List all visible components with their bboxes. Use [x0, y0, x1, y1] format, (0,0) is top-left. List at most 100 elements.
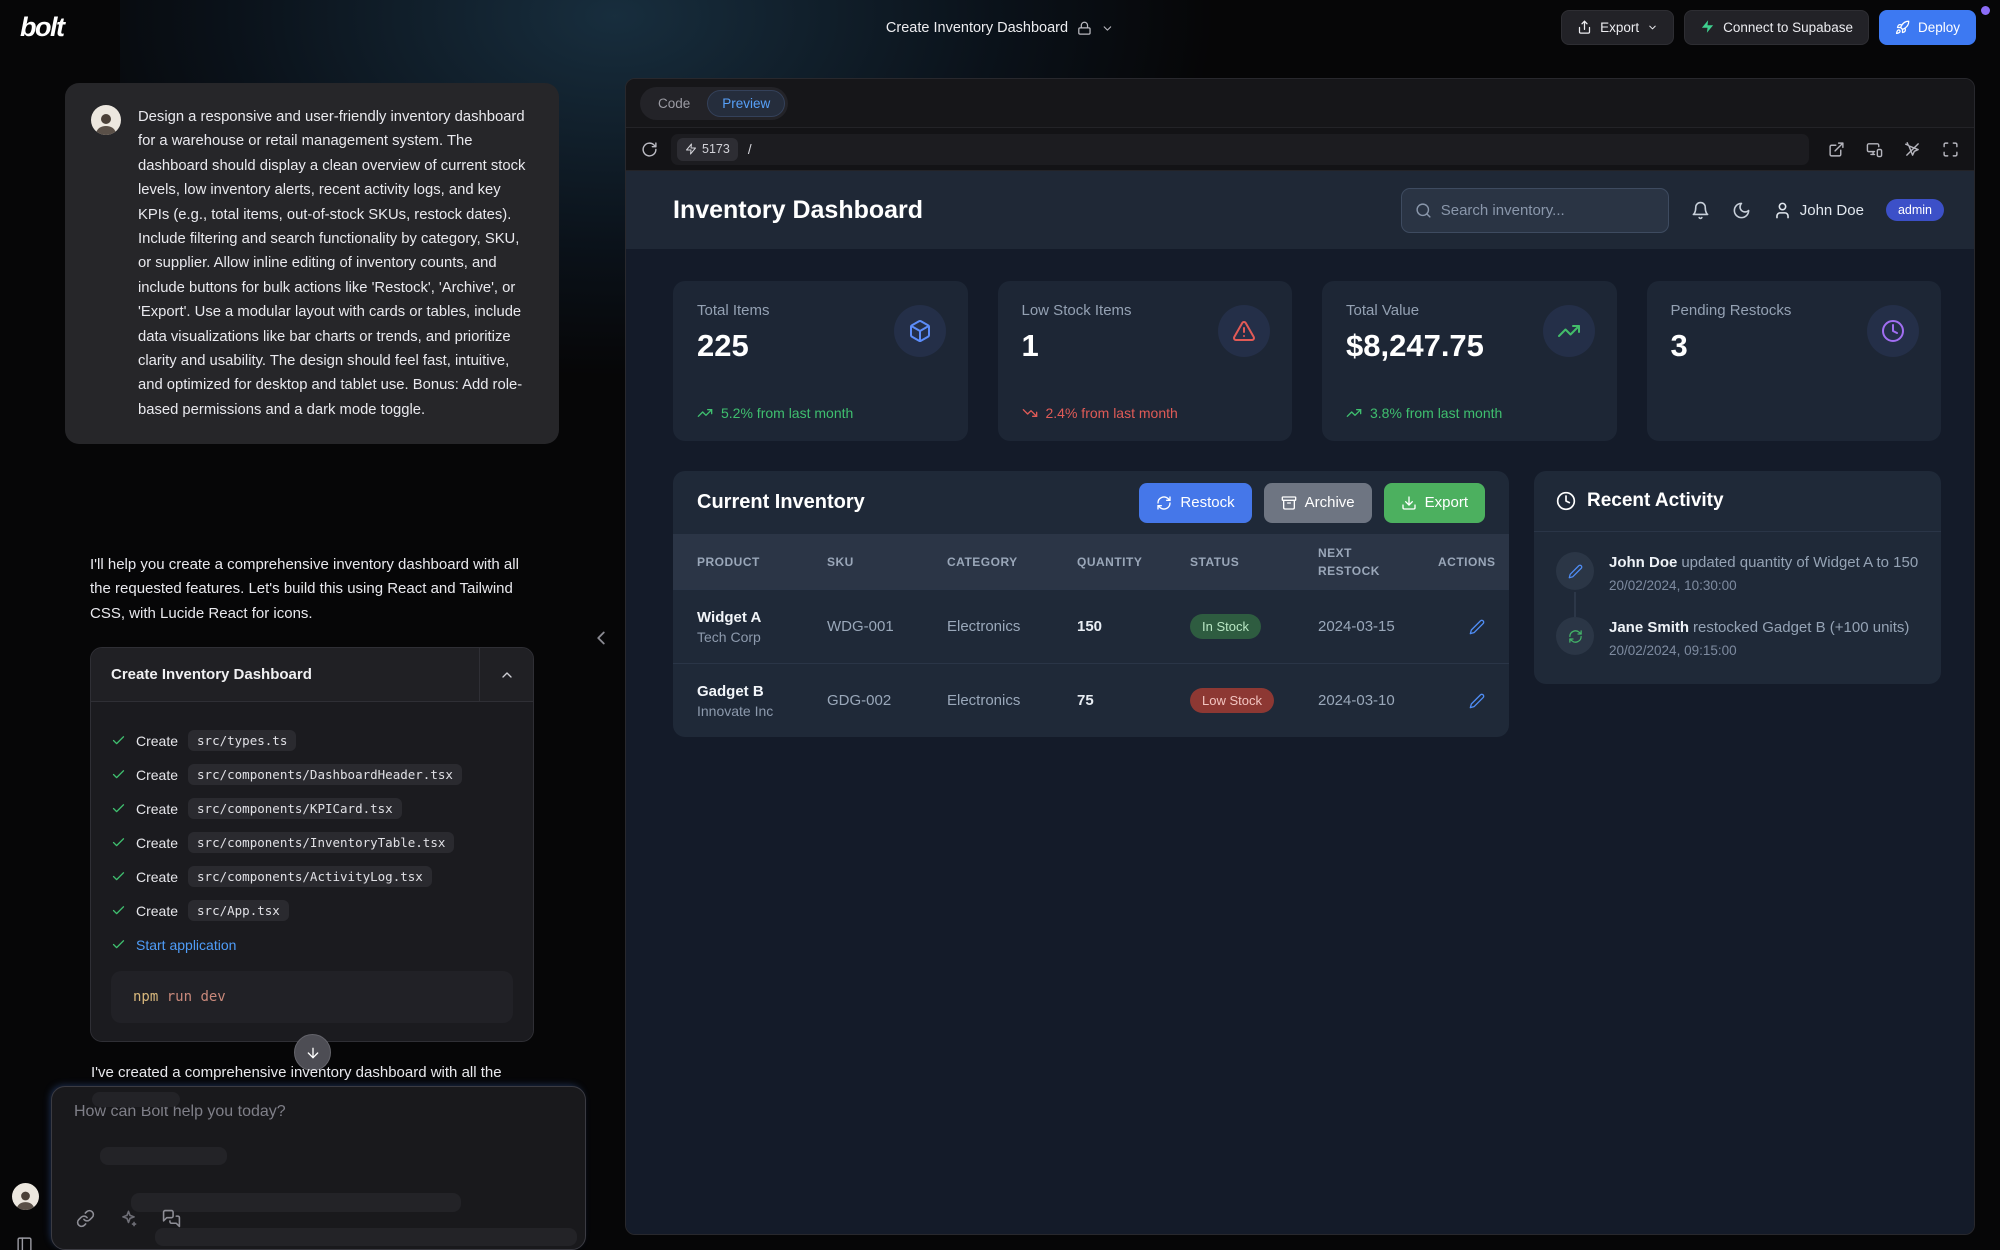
- cell-category: Electronics: [947, 618, 1077, 635]
- download-icon: [1401, 495, 1417, 511]
- command-npm: npm: [133, 989, 158, 1005]
- file-chip[interactable]: src/App.tsx: [188, 900, 289, 921]
- export-csv-button[interactable]: Export: [1384, 483, 1485, 523]
- check-icon: [111, 835, 126, 850]
- sidebar-toggle-icon[interactable]: [16, 1236, 33, 1250]
- user-menu[interactable]: John Doe: [1773, 201, 1864, 220]
- cell-quantity[interactable]: 75: [1077, 692, 1190, 709]
- responsive-devices-icon[interactable]: [1866, 141, 1883, 158]
- step-action: Create: [136, 767, 178, 783]
- col-quantity: QUANTITY: [1077, 555, 1190, 569]
- step-action: Create: [136, 801, 178, 817]
- cell-next-restock: 2024-03-10: [1318, 692, 1438, 709]
- deploy-label: Deploy: [1918, 20, 1960, 35]
- tab-code[interactable]: Code: [643, 90, 705, 117]
- user-icon: [1773, 201, 1792, 220]
- inventory-search[interactable]: [1401, 188, 1669, 233]
- dashboard-title: Inventory Dashboard: [673, 196, 923, 225]
- status-badge: In Stock: [1190, 614, 1261, 639]
- clock-icon: [1556, 491, 1576, 511]
- workbench-panel: Code Preview 5173 / Invent: [625, 78, 1975, 1235]
- open-external-icon[interactable]: [1828, 141, 1845, 158]
- archive-icon: [1281, 495, 1297, 511]
- edit-pencil-icon: [1556, 552, 1594, 590]
- check-icon: [111, 801, 126, 816]
- col-next-restock: NEXT RESTOCK: [1318, 544, 1388, 580]
- port-zap-icon: [685, 143, 697, 155]
- attach-link-icon[interactable]: [76, 1209, 95, 1228]
- dark-mode-toggle-icon[interactable]: [1732, 201, 1751, 220]
- chat-input[interactable]: How can Bolt help you today?: [51, 1086, 586, 1250]
- file-chip[interactable]: src/components/KPICard.tsx: [188, 798, 402, 819]
- alert-triangle-icon: [1218, 305, 1270, 357]
- chat-collapse-handle[interactable]: [590, 627, 612, 649]
- kpi-card-total-items: Total Items 225 5.2% from last month: [673, 281, 968, 441]
- activity-actor: John Doe: [1609, 554, 1677, 571]
- edit-pencil-icon[interactable]: [1469, 619, 1485, 635]
- archive-button[interactable]: Archive: [1264, 483, 1372, 523]
- preview-frame: Inventory Dashboard John Doe admin: [626, 171, 1974, 1234]
- rocket-icon: [1895, 20, 1910, 35]
- chevron-up-icon: [499, 667, 515, 683]
- account-avatar[interactable]: [12, 1183, 39, 1210]
- kpi-trend-text: 5.2% from last month: [721, 405, 853, 421]
- assistant-followup-text: I've created a comprehensive inventory d…: [91, 1064, 543, 1081]
- preview-url-bar: 5173 /: [626, 127, 1974, 171]
- task-step: Create src/components/ActivityLog.tsx: [111, 864, 513, 889]
- dashboard-header: Inventory Dashboard John Doe admin: [626, 171, 1974, 249]
- activity-time: 20/02/2024, 09:15:00: [1609, 643, 1909, 658]
- recent-activity-card: Recent Activity John Doeupdated quantity…: [1534, 471, 1941, 684]
- inventory-table-card: Current Inventory Restock Archive: [673, 471, 1509, 737]
- export-button[interactable]: Export: [1561, 10, 1674, 45]
- inventory-search-input[interactable]: [1441, 202, 1655, 219]
- user-message-text: Design a responsive and user-friendly in…: [138, 105, 533, 422]
- chat-mode-icon[interactable]: [162, 1209, 181, 1228]
- port-number: 5173: [702, 142, 730, 156]
- task-step: Create src/components/KPICard.tsx: [111, 796, 513, 821]
- edit-pencil-icon[interactable]: [1469, 693, 1485, 709]
- port-pill[interactable]: 5173: [677, 138, 738, 161]
- status-badge: Low Stock: [1190, 688, 1274, 713]
- deploy-button[interactable]: Deploy: [1879, 10, 1976, 45]
- reload-icon[interactable]: [641, 141, 658, 158]
- url-input[interactable]: 5173 /: [671, 134, 1809, 165]
- cell-sku: GDG-002: [827, 692, 947, 709]
- check-icon: [111, 733, 126, 748]
- redacted-text: [155, 1228, 577, 1246]
- project-title-group[interactable]: Create Inventory Dashboard: [886, 0, 1114, 56]
- trend-up-icon: [697, 405, 713, 421]
- check-icon: [111, 903, 126, 918]
- kpi-row: Total Items 225 5.2% from last month Low…: [673, 281, 1941, 441]
- activity-actor: Jane Smith: [1609, 619, 1689, 636]
- cell-category: Electronics: [947, 692, 1077, 709]
- connect-supabase-button[interactable]: Connect to Supabase: [1684, 10, 1869, 45]
- enhance-prompt-icon[interactable]: [119, 1209, 138, 1228]
- notification-dot: [1981, 6, 1990, 15]
- tab-preview[interactable]: Preview: [707, 90, 785, 117]
- trending-up-icon: [1543, 305, 1595, 357]
- col-product: PRODUCT: [697, 555, 827, 569]
- bolt-logo[interactable]: bolt: [20, 12, 63, 43]
- file-chip[interactable]: src/components/DashboardHeader.tsx: [188, 764, 462, 785]
- task-step: Create src/types.ts: [111, 728, 513, 753]
- task-card: Create Inventory Dashboard Create src/ty…: [90, 647, 534, 1042]
- command-args: run dev: [167, 989, 226, 1005]
- file-chip[interactable]: src/types.ts: [188, 730, 296, 751]
- start-application-step[interactable]: Start application: [111, 932, 513, 957]
- fullscreen-icon[interactable]: [1942, 141, 1959, 158]
- refresh-icon: [1556, 617, 1594, 655]
- step-action: Create: [136, 903, 178, 919]
- task-collapse-button[interactable]: [479, 648, 533, 701]
- step-action: Create: [136, 733, 178, 749]
- chevron-down-icon[interactable]: [1101, 22, 1114, 35]
- activity-time: 20/02/2024, 10:30:00: [1609, 578, 1918, 593]
- restock-button[interactable]: Restock: [1139, 483, 1251, 523]
- activity-item: John Doeupdated quantity of Widget A to …: [1556, 552, 1919, 617]
- file-chip[interactable]: src/components/ActivityLog.tsx: [188, 866, 432, 887]
- cell-quantity[interactable]: 150: [1077, 618, 1190, 635]
- inspect-off-icon[interactable]: [1904, 141, 1921, 158]
- file-chip[interactable]: src/components/InventoryTable.tsx: [188, 832, 454, 853]
- notifications-bell-icon[interactable]: [1691, 201, 1710, 220]
- step-action: Create: [136, 869, 178, 885]
- connect-supabase-label: Connect to Supabase: [1723, 20, 1853, 35]
